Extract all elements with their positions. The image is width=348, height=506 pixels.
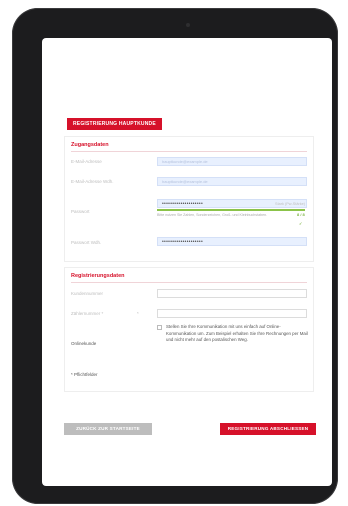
kundennummer-label: Kundennummer	[71, 291, 104, 296]
password-strength: Stark (Pw-Stärke)	[275, 202, 305, 206]
submit-registration-button[interactable]: REGISTRIERUNG ABSCHLIESSEN	[220, 423, 316, 435]
onlinekunde-label: Onlinekunde	[71, 341, 97, 346]
password-hint-count: 8 / 8	[297, 212, 305, 217]
zaehlernummer-label: Zählernummer *	[71, 311, 104, 316]
password-hint: Bitte nutzen Sie Zahlen, Sonderzeichen, …	[157, 213, 268, 217]
email-confirm-field[interactable]: hauptkunde@example.de	[157, 177, 307, 186]
section-title-zugangsdaten: Zugangsdaten	[71, 142, 109, 148]
onlinekunde-text: Stellen Sie Ihre Kommunikation mit uns e…	[166, 324, 308, 342]
onlinekunde-checkbox[interactable]	[157, 325, 162, 330]
zaehlernummer-field[interactable]	[157, 309, 307, 318]
section-divider	[71, 282, 307, 283]
registrierungsdaten-section: Registrierungsdaten Kundennummer Zählern…	[64, 267, 314, 392]
email-field[interactable]: hauptkunde@example.de	[157, 157, 307, 166]
password-label: Passwort	[71, 209, 90, 214]
tablet-frame: REGISTRIERUNG HAUPTKUNDE Zugangsdaten E-…	[12, 8, 338, 504]
email-confirm-label: E-Mail-Adresse Wdh.	[71, 179, 114, 184]
password-confirm-label: Passwort Wdh.	[71, 240, 102, 245]
camera-dot	[186, 23, 190, 27]
required-marker: *	[137, 311, 139, 316]
screen: REGISTRIERUNG HAUPTKUNDE Zugangsdaten E-…	[42, 38, 332, 486]
section-divider	[71, 151, 307, 152]
check-icon: ✓	[299, 221, 303, 226]
password-value: ••••••••••••••••••••	[162, 201, 204, 207]
page-title: REGISTRIERUNG HAUPTKUNDE	[67, 118, 162, 130]
email-label: E-Mail-Adresse	[71, 159, 102, 164]
pflichtfelder-note: * Pflichtfelder	[71, 372, 98, 377]
back-to-home-button[interactable]: ZURÜCK ZUR STARTSEITE	[64, 423, 152, 435]
zugangsdaten-section: Zugangsdaten E-Mail-Adresse hauptkunde@e…	[64, 136, 314, 262]
password-strength-bar	[157, 209, 305, 211]
password-confirm-field[interactable]: ••••••••••••••••••••	[157, 237, 307, 246]
section-title-registrierungsdaten: Registrierungsdaten	[71, 273, 125, 279]
kundennummer-field[interactable]	[157, 289, 307, 298]
